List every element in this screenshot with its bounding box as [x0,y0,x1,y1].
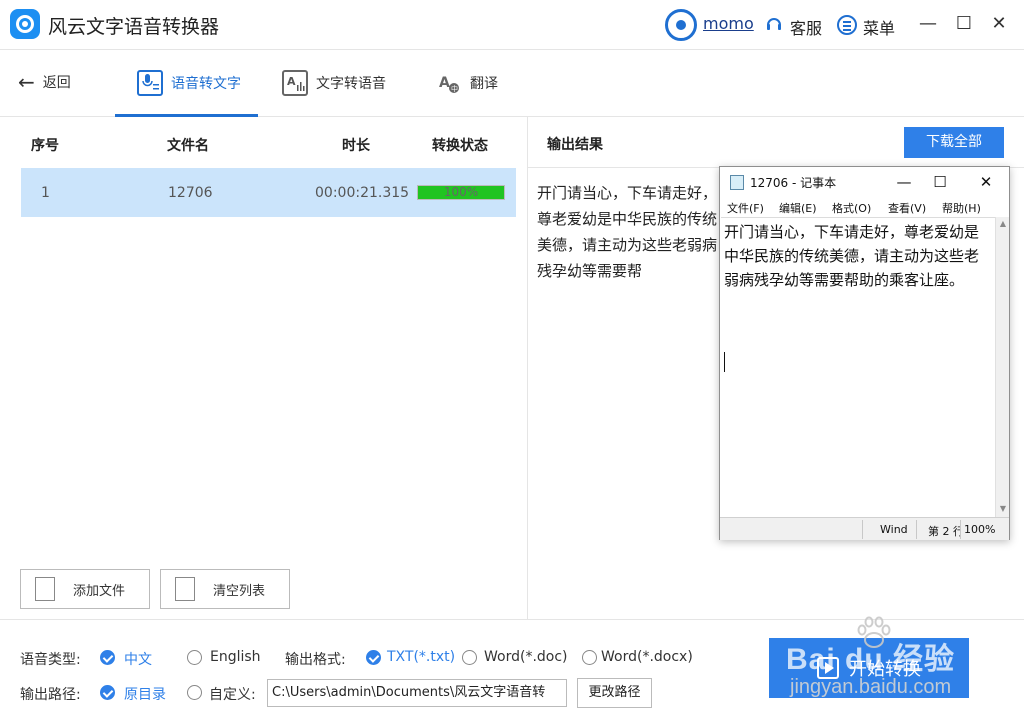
voice-to-text-icon [137,70,163,96]
close-button[interactable]: ✕ [985,10,1013,38]
translate-icon: A中 [436,70,462,96]
tab-voice-to-text[interactable]: 语音转文字 [137,68,241,98]
add-file-label: 添加文件 [73,583,126,599]
notepad-status-bar: Wind 第 2 行 100% [720,517,1009,540]
download-all-button[interactable]: 下载全部 [904,127,1004,158]
radio-txt-label[interactable]: TXT(*.txt) [387,649,455,665]
output-title: 输出结果 [547,137,603,153]
radio-chinese-label[interactable]: 中文 [124,649,152,669]
title-bar: 风云文字语音转换器 momo 客服 菜单 — ☐ ✕ [0,0,1024,50]
tab-label: 翻译 [470,76,498,92]
clear-list-button[interactable]: 清空列表 [160,569,290,609]
clear-list-label: 清空列表 [213,583,266,599]
radio-custom-dir-label[interactable]: 自定义: [209,684,256,704]
customer-service-link[interactable]: 客服 [790,15,822,39]
start-convert-label: 开始转换 [849,659,921,680]
app-logo-icon [10,9,40,39]
user-avatar[interactable] [665,9,697,41]
notepad-minimize-button[interactable]: — [890,171,918,193]
tab-label: 语音转文字 [171,76,241,92]
file-list-panel: 序号 文件名 时长 转换状态 1 12706 00:00:21.315 100%… [0,117,528,619]
voice-type-label: 语音类型: [20,652,81,668]
svg-text:A: A [287,75,296,88]
play-icon [817,657,839,679]
tab-translate[interactable]: A中 翻译 [436,68,498,98]
add-file-icon [35,577,55,601]
notepad-maximize-button[interactable]: ☐ [926,171,954,193]
output-format-label: 输出格式: [285,652,346,668]
trash-icon [175,577,195,601]
status-separator [916,520,917,539]
status-zoom: 100% [964,523,996,536]
status-line: 第 2 行 [928,525,960,538]
menu-icon[interactable] [837,15,857,35]
col-header-duration: 时长 [342,138,370,154]
change-path-button[interactable]: 更改路径 [577,678,652,708]
back-button[interactable]: ← 返回 [18,72,71,92]
radio-txt[interactable] [366,650,381,665]
settings-bar: 语音类型: 中文 English 输出格式: TXT(*.txt) Word(*… [0,619,1024,720]
notepad-scrollbar[interactable]: ▲ ▼ [995,217,1009,517]
notepad-menu-format[interactable]: 格式(O) [832,200,871,216]
nav-bar: ← 返回 语音转文字 A 文字转语音 A中 翻译 [0,50,1024,117]
add-file-button[interactable]: 添加文件 [20,569,150,609]
notepad-window: 12706 - 记事本 — ☐ ✕ 文件(F) 编辑(E) 格式(O) 查看(V… [719,166,1010,540]
status-encoding: Wind [880,523,908,536]
tab-label: 文字转语音 [316,76,386,92]
radio-docx[interactable] [582,650,597,665]
radio-doc[interactable] [462,650,477,665]
headset-icon[interactable] [765,15,783,33]
radio-english[interactable] [187,650,202,665]
username-link[interactable]: momo [703,14,754,33]
status-separator [960,520,961,539]
maximize-button[interactable]: ☐ [950,10,978,38]
radio-custom-dir[interactable] [187,685,202,700]
notepad-menu-help[interactable]: 帮助(H) [942,200,981,216]
back-arrow-icon: ← [18,70,35,94]
notepad-menu-edit[interactable]: 编辑(E) [779,200,817,216]
notepad-menu-file[interactable]: 文件(F) [727,200,764,216]
row-duration: 00:00:21.315 [315,185,410,201]
radio-doc-label[interactable]: Word(*.doc) [484,649,568,665]
svg-text:中: 中 [451,84,458,93]
notepad-close-button[interactable]: ✕ [972,171,1000,193]
minimize-button[interactable]: — [914,10,942,38]
output-text: 开门请当心，下车请走好，尊老爱幼是中华民族的传统美德，请主动为这些老弱病残孕幼等… [537,184,718,280]
scroll-up-icon[interactable]: ▲ [996,219,1010,228]
col-header-index: 序号 [31,138,59,154]
notepad-title-bar[interactable]: 12706 - 记事本 — ☐ ✕ [720,167,1009,197]
table-row[interactable]: 1 12706 00:00:21.315 100% [21,168,516,217]
conversion-progress-bar: 100% [417,185,505,200]
radio-docx-label[interactable]: Word(*.docx) [601,649,693,665]
output-path-label: 输出路径: [20,687,81,703]
row-index: 1 [41,185,50,201]
notepad-icon [730,175,744,190]
radio-chinese[interactable] [100,650,115,665]
status-separator [862,520,863,539]
menu-link[interactable]: 菜单 [863,15,895,39]
col-header-filename: 文件名 [167,138,209,154]
col-header-status: 转换状态 [432,138,488,154]
app-title: 风云文字语音转换器 [48,16,220,38]
scroll-down-icon[interactable]: ▼ [996,504,1010,513]
notepad-text-area[interactable]: 开门请当心，下车请走好，尊老爱幼是中华民族的传统美德，请主动为这些老弱病残孕幼等… [721,217,995,517]
tab-text-to-voice[interactable]: A 文字转语音 [282,68,386,98]
output-path-field[interactable]: C:\Users\admin\Documents\风云文字语音转 [267,679,567,707]
text-to-voice-icon: A [282,70,308,96]
radio-original-dir-label[interactable]: 原目录 [124,684,166,704]
notepad-menu-bar: 文件(F) 编辑(E) 格式(O) 查看(V) 帮助(H) [720,197,1009,217]
text-caret [724,352,725,372]
notepad-title: 12706 - 记事本 [750,176,837,190]
svg-text:A: A [439,75,450,91]
notepad-menu-view[interactable]: 查看(V) [888,200,926,216]
radio-original-dir[interactable] [100,685,115,700]
progress-text: 100% [443,185,479,199]
back-label: 返回 [42,75,71,91]
file-table-header: 序号 文件名 时长 转换状态 [0,117,528,167]
radio-english-label[interactable]: English [210,649,261,665]
row-filename: 12706 [168,185,213,201]
notepad-content: 开门请当心，下车请走好，尊老爱幼是中华民族的传统美德，请主动为这些老弱病残孕幼等… [724,223,980,289]
start-convert-button[interactable]: 开始转换 [769,638,969,698]
